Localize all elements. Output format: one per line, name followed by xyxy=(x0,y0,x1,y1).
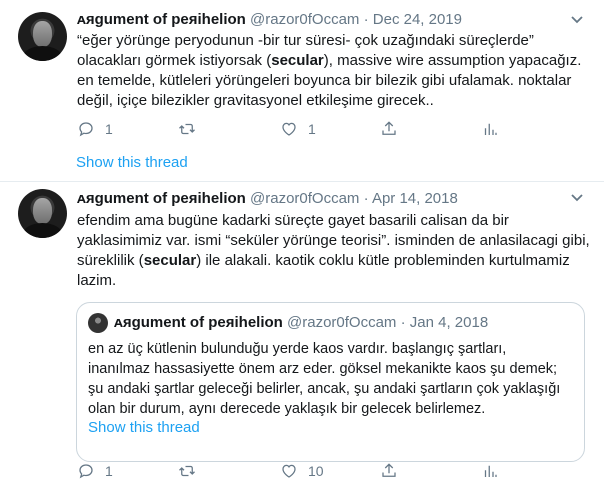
avatar[interactable] xyxy=(18,12,67,61)
tweet-text: “eğer yörünge peryodunun -bir tur süresi… xyxy=(77,32,582,109)
tweet-text: efendim ama bugüne kadarki süreçte gayet… xyxy=(77,212,590,289)
analytics-button[interactable] xyxy=(481,461,499,481)
retweet-button[interactable] xyxy=(178,461,196,481)
display-name[interactable]: ᴀяgument of peяihelion xyxy=(77,190,246,207)
handle[interactable]: @razor0fOccam xyxy=(250,190,359,207)
tweet[interactable]: ᴀяgument of peяihelion @razor0fOccam · D… xyxy=(0,0,604,182)
display-name[interactable]: ᴀяgument of peяihelion xyxy=(77,11,246,28)
quoted-tweet-text: en az üç kütlenin bulunduğu yerde kaos v… xyxy=(88,341,561,417)
reply-icon xyxy=(79,122,93,137)
reply-button[interactable]: 1 xyxy=(77,461,113,481)
chevron-down-icon[interactable] xyxy=(570,192,584,206)
retweet-icon xyxy=(179,123,195,135)
share-button[interactable] xyxy=(380,461,398,481)
chevron-down-icon[interactable] xyxy=(570,14,584,28)
share-button[interactable] xyxy=(380,119,398,139)
heart-icon xyxy=(282,464,296,478)
like-button[interactable]: 1 xyxy=(280,119,316,139)
quoted-tweet[interactable]: ᴀяgument of peяihelion @razor0fOccam · J… xyxy=(76,302,585,462)
timestamp[interactable]: Apr 14, 2018 xyxy=(372,190,458,207)
timestamp: Jan 4, 2018 xyxy=(409,314,489,331)
show-thread-link[interactable]: Show this thread xyxy=(88,418,200,438)
timestamp[interactable]: Dec 24, 2019 xyxy=(373,11,462,28)
reply-icon xyxy=(79,464,93,479)
analytics-icon xyxy=(484,465,497,477)
avatar[interactable] xyxy=(18,189,67,238)
share-icon xyxy=(382,121,396,135)
tweet-actions: 1 10 xyxy=(77,461,517,481)
show-thread-link[interactable]: Show this thread xyxy=(76,153,188,173)
tweet-actions: 1 1 xyxy=(77,119,517,139)
analytics-icon xyxy=(484,123,497,135)
handle[interactable]: @razor0fOccam xyxy=(250,11,359,28)
reply-count: 1 xyxy=(105,121,113,137)
avatar[interactable] xyxy=(88,313,108,333)
heart-icon xyxy=(282,122,296,136)
share-icon xyxy=(382,463,396,477)
quoted-tweet-header: ᴀяgument of peяihelion @razor0fOccam · J… xyxy=(114,314,489,331)
like-button[interactable]: 10 xyxy=(280,461,324,481)
retweet-button[interactable] xyxy=(178,119,196,139)
tweet[interactable]: ᴀяgument of peяihelion @razor0fOccam · A… xyxy=(0,183,604,498)
like-count: 1 xyxy=(308,121,316,137)
like-count: 10 xyxy=(308,463,324,479)
tweet-header: ᴀяgument of peяihelion @razor0fOccam · D… xyxy=(77,11,462,28)
reply-count: 1 xyxy=(105,463,113,479)
analytics-button[interactable] xyxy=(481,119,499,139)
retweet-icon xyxy=(179,465,195,477)
reply-button[interactable]: 1 xyxy=(77,119,113,139)
tweet-header: ᴀяgument of peяihelion @razor0fOccam · A… xyxy=(77,190,458,207)
handle: @razor0fOccam xyxy=(287,314,397,331)
display-name: ᴀяgument of peяihelion xyxy=(114,314,283,331)
